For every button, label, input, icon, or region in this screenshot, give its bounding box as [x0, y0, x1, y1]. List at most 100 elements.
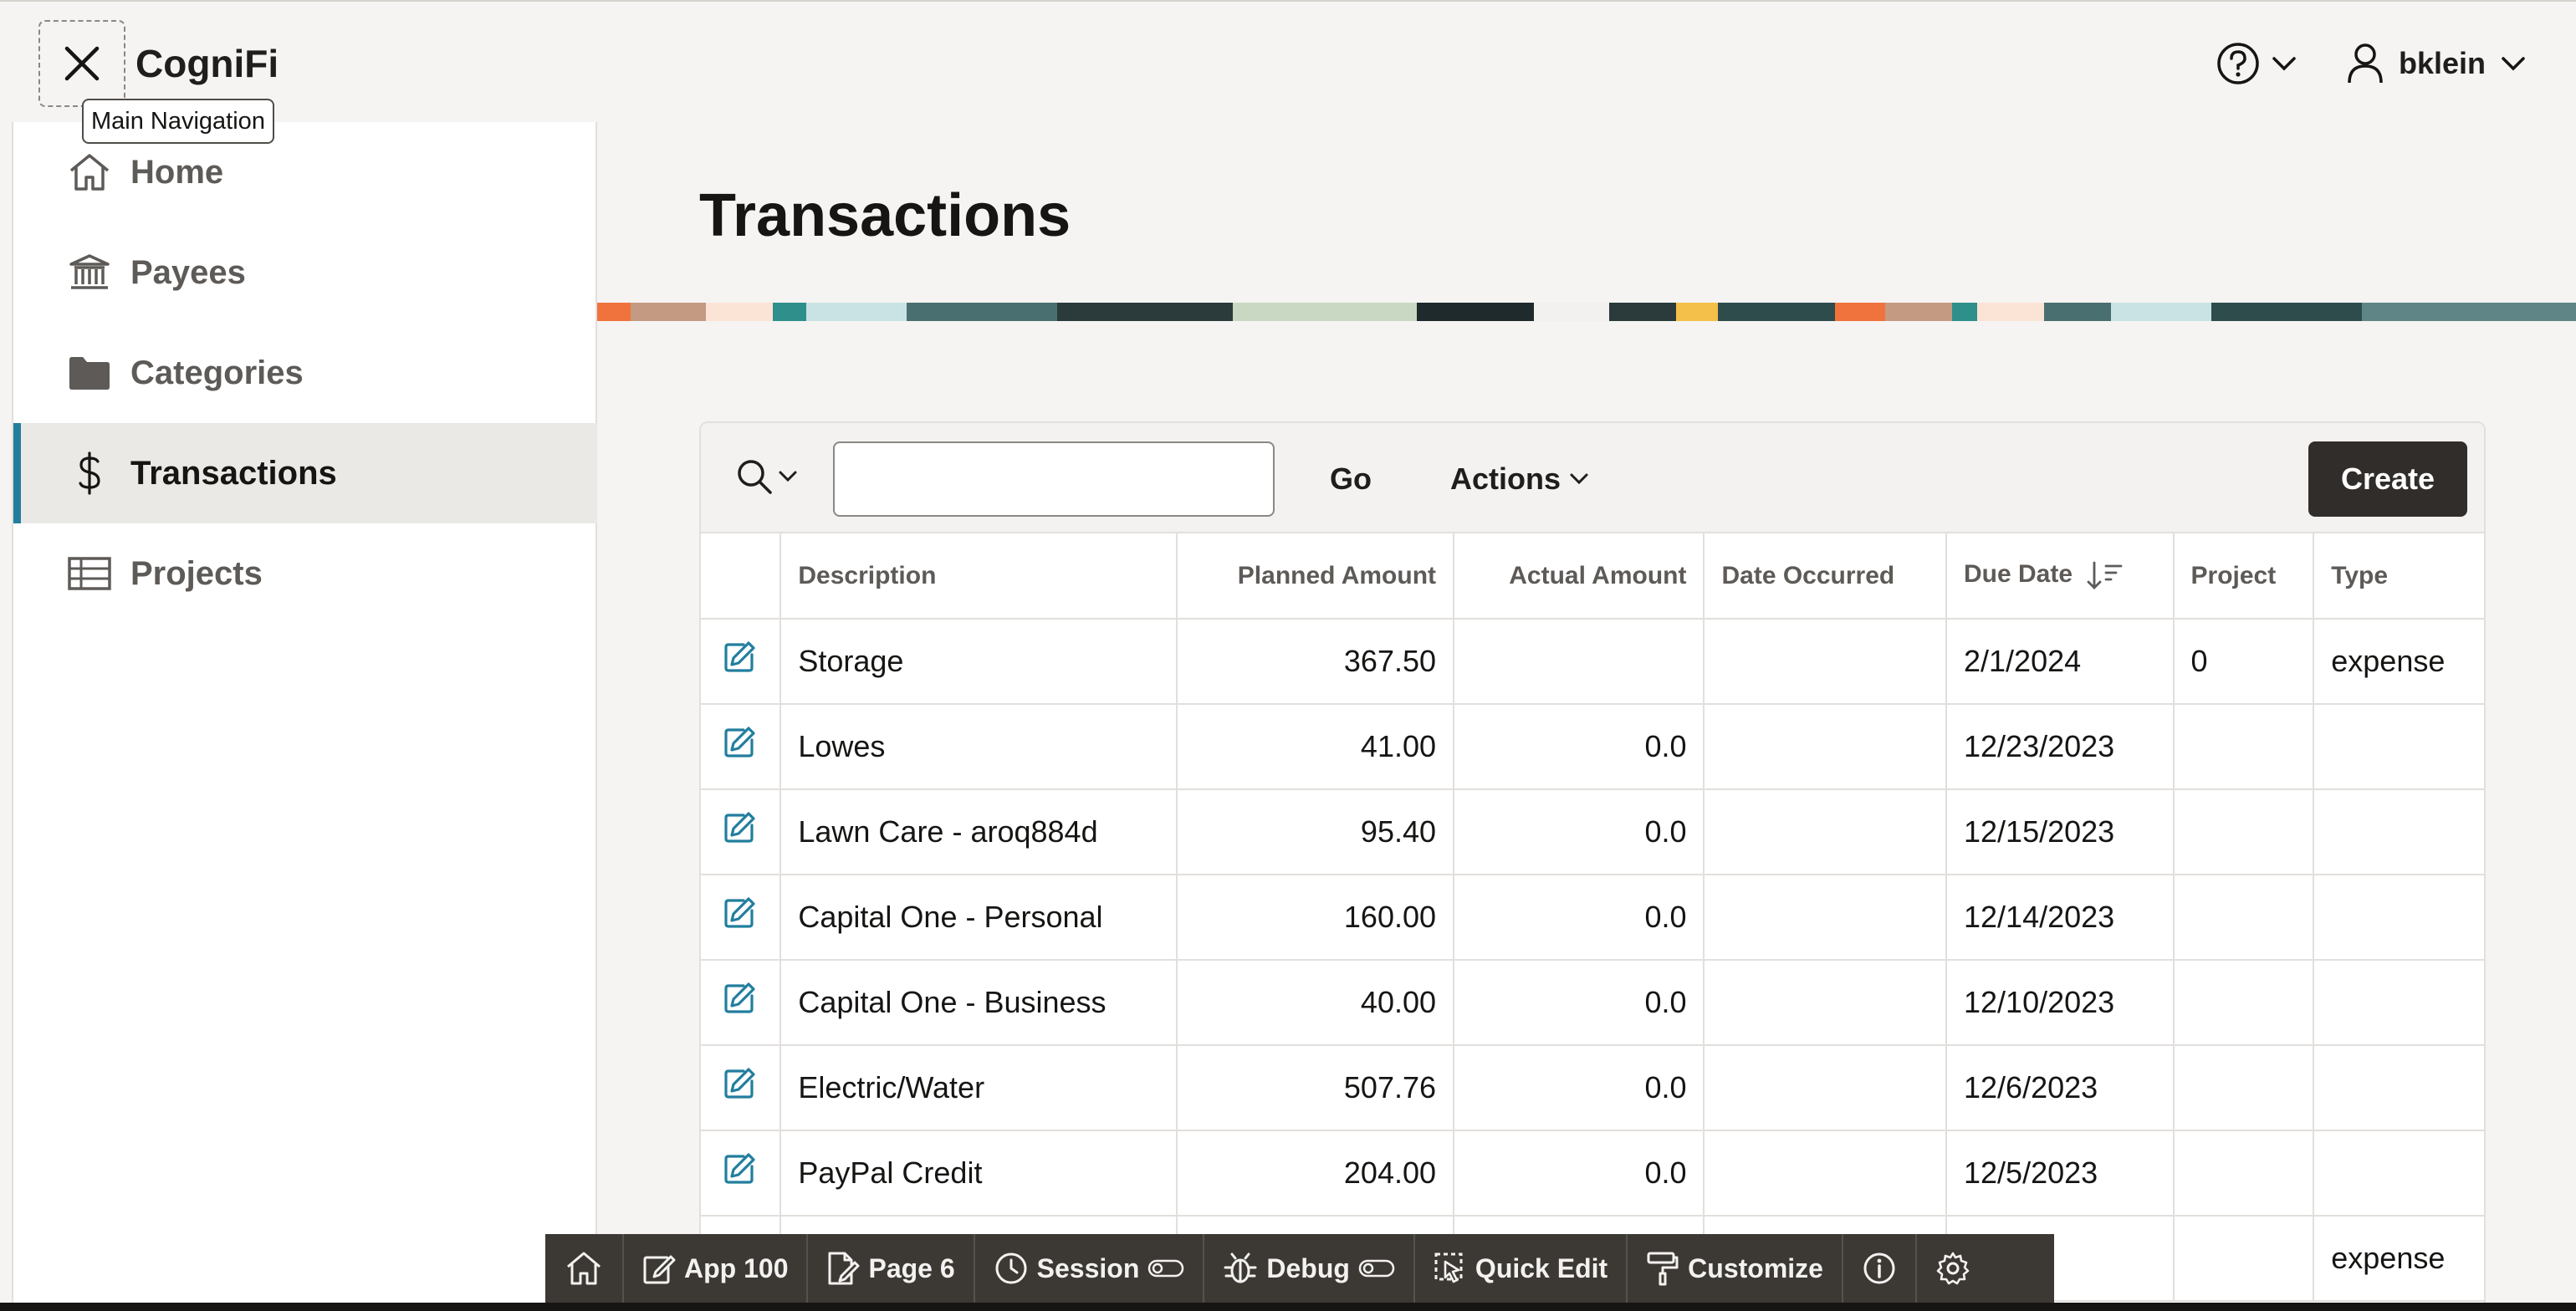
edit-cell[interactable]: [701, 704, 782, 790]
cell-description: Lawn Care - aroq884d: [780, 789, 1178, 875]
search-column-selector[interactable]: [736, 458, 798, 495]
cell-project: [2173, 789, 2315, 875]
sidebar-navigation: Home Payees Categories Transactions Proj…: [12, 122, 597, 1311]
cell-type: [2313, 960, 2484, 1046]
chevron-down-icon: [2502, 57, 2525, 71]
bank-icon: [67, 250, 112, 295]
edit-cell[interactable]: [701, 619, 782, 705]
edit-cell[interactable]: [701, 789, 782, 875]
edit-icon[interactable]: [723, 810, 757, 844]
developer-toolbar: App 100 Page 6 Session Debug Quick Edit …: [545, 1234, 2054, 1303]
edit-icon[interactable]: [723, 1151, 757, 1185]
toggle-icon: [1148, 1259, 1184, 1278]
app-name[interactable]: CogniFi: [135, 38, 279, 89]
edit-icon[interactable]: [723, 1066, 757, 1099]
cell-type: [2313, 789, 2484, 875]
sidebar-item-categories[interactable]: Categories: [13, 323, 597, 423]
edit-icon[interactable]: [723, 725, 757, 758]
cell-date-occurred: [1704, 619, 1947, 705]
sidebar-item-label: Transactions: [130, 454, 337, 492]
table-row: Storage 367.50 2/1/2024 0 expense: [701, 619, 2484, 705]
column-header-due-date[interactable]: Due Date: [1946, 533, 2175, 620]
transactions-table: Description Planned Amount Actual Amount…: [701, 533, 2484, 1302]
column-header-actual-amount[interactable]: Actual Amount: [1454, 533, 1705, 620]
column-header-date-occurred[interactable]: Date Occurred: [1704, 533, 1947, 620]
dev-info-button[interactable]: [1843, 1234, 1917, 1303]
main-navigation-toggle[interactable]: [38, 20, 125, 107]
edit-cell[interactable]: [701, 1130, 782, 1217]
dev-customize-button[interactable]: Customize: [1628, 1234, 1843, 1303]
sort-descending-icon: [2087, 561, 2123, 589]
column-header-type[interactable]: Type: [2313, 533, 2484, 620]
dev-app-button[interactable]: App 100: [624, 1234, 809, 1303]
dev-debug-button[interactable]: Debug: [1204, 1234, 1415, 1303]
folder-icon: [67, 350, 112, 395]
cell-planned-amount: 160.00: [1176, 875, 1455, 961]
cell-project: [2173, 704, 2315, 790]
edit-icon[interactable]: [723, 640, 757, 673]
chevron-down-icon: [2272, 57, 2296, 71]
actions-menu[interactable]: Actions: [1450, 441, 1589, 517]
edit-cell[interactable]: [701, 1045, 782, 1131]
sidebar-item-transactions[interactable]: Transactions: [13, 423, 597, 523]
edit-cell[interactable]: [701, 960, 782, 1046]
sidebar-item-payees[interactable]: Payees: [13, 222, 597, 323]
cell-actual-amount: 0.0: [1454, 789, 1705, 875]
help-menu[interactable]: [2216, 38, 2297, 89]
bug-icon: [1224, 1252, 1257, 1283]
cell-actual-amount: [1454, 619, 1705, 705]
search-input[interactable]: [833, 441, 1275, 517]
dev-settings-button[interactable]: [1917, 1234, 1989, 1303]
report-toolbar: Go Actions Create: [701, 423, 2484, 533]
cell-project: 0: [2173, 619, 2315, 705]
cell-date-occurred: [1704, 789, 1947, 875]
home-icon: [567, 1252, 601, 1285]
edit-icon[interactable]: [723, 895, 757, 929]
cell-date-occurred: [1704, 1130, 1947, 1217]
dev-session-button[interactable]: Session: [975, 1234, 1205, 1303]
navigation-tooltip: Main Navigation: [82, 99, 274, 144]
dev-page-button[interactable]: Page 6: [808, 1234, 975, 1303]
cell-due-date: 12/15/2023: [1946, 789, 2175, 875]
table-icon: [67, 551, 112, 596]
cell-actual-amount: 0.0: [1454, 1045, 1705, 1131]
cell-date-occurred: [1704, 704, 1947, 790]
column-header-edit: [701, 533, 782, 620]
cell-type: [2313, 1045, 2484, 1131]
dev-quick-edit-button[interactable]: Quick Edit: [1415, 1234, 1628, 1303]
page-title: Transactions: [699, 182, 1071, 249]
user-menu[interactable]: bklein: [2347, 38, 2526, 89]
dev-debug-label: Debug: [1266, 1252, 1350, 1283]
cell-planned-amount: 95.40: [1176, 789, 1455, 875]
cell-date-occurred: [1704, 1045, 1947, 1131]
cell-due-date: 12/23/2023: [1946, 704, 2175, 790]
cell-project: [2173, 1216, 2315, 1302]
edit-cell[interactable]: [701, 875, 782, 961]
dev-quick-edit-label: Quick Edit: [1475, 1252, 1608, 1283]
transactions-report: Go Actions Create Description Planned Am…: [699, 421, 2486, 1311]
sidebar-item-label: Payees: [130, 253, 246, 291]
actions-label: Actions: [1450, 462, 1561, 496]
cell-type: [2313, 704, 2484, 790]
close-icon: [64, 46, 100, 81]
column-header-planned-amount[interactable]: Planned Amount: [1176, 533, 1455, 620]
column-header-description[interactable]: Description: [780, 533, 1178, 620]
sidebar-item-projects[interactable]: Projects: [13, 523, 597, 624]
create-button[interactable]: Create: [2308, 441, 2467, 517]
decorative-banner: [597, 303, 2576, 321]
cell-description: Lowes: [780, 704, 1178, 790]
cell-type: expense: [2313, 619, 2484, 705]
table-row: Capital One - Personal 160.00 0.0 12/14/202…: [701, 875, 2484, 961]
paint-roller-icon: [1647, 1252, 1679, 1286]
go-button[interactable]: Go: [1310, 441, 1392, 517]
column-header-project[interactable]: Project: [2173, 533, 2315, 620]
sidebar-item-label: Categories: [130, 354, 304, 391]
chevron-down-icon: [1570, 473, 1588, 485]
dev-home-button[interactable]: [545, 1234, 624, 1303]
cell-due-date: 12/14/2023: [1946, 875, 2175, 961]
cell-actual-amount: 0.0: [1454, 1130, 1705, 1217]
cell-date-occurred: [1704, 875, 1947, 961]
edit-icon[interactable]: [723, 981, 757, 1014]
chevron-down-icon: [779, 471, 797, 482]
info-icon: [1863, 1252, 1895, 1284]
